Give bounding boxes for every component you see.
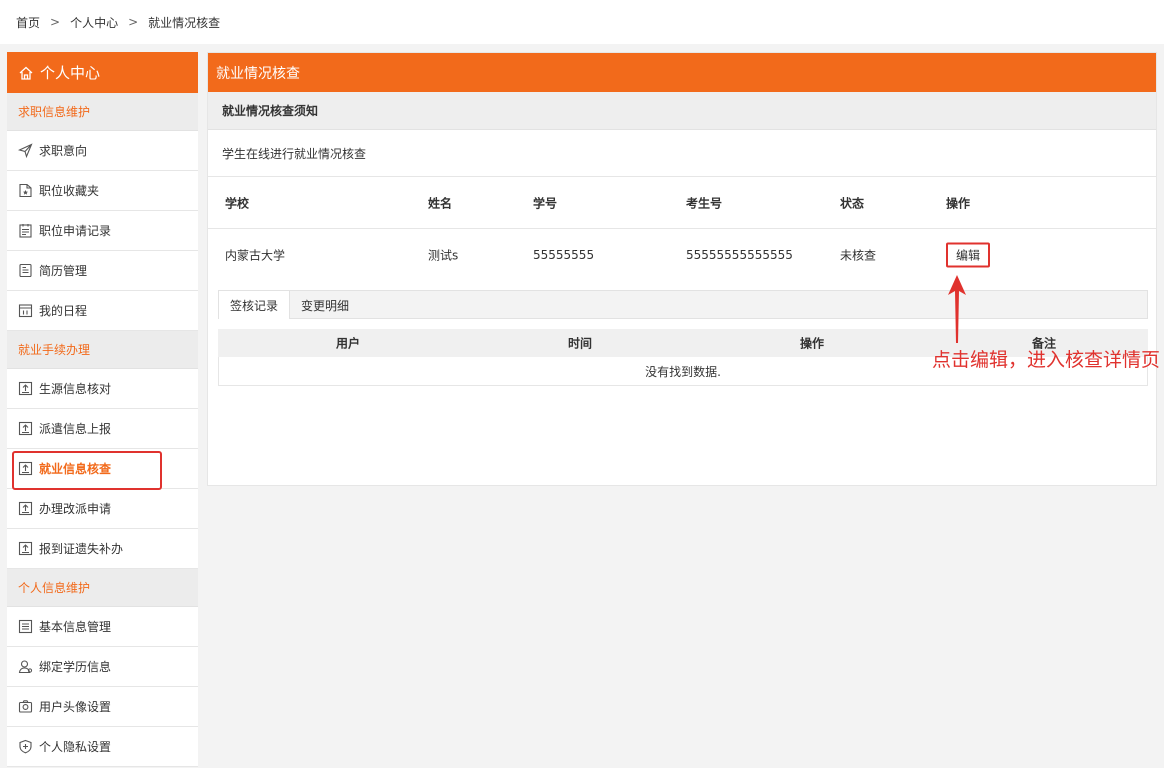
sidebar-item-label: 绑定学历信息: [39, 660, 112, 674]
sub-table-header-cell: 用户: [335, 336, 361, 351]
home-icon: [19, 66, 33, 80]
upload-doc-icon: [18, 501, 33, 516]
main-panel: 就业情况核查 就业情况核查须知 学生在线进行就业情况核查 学校 姓名 学号 考生…: [207, 52, 1157, 486]
sidebar-item-lost-certificate[interactable]: 报到证遗失补办: [7, 529, 198, 569]
cell-school: 内蒙古大学: [225, 248, 286, 263]
application-record-icon: [18, 223, 33, 238]
cell-exam-id: 55555555555555: [686, 248, 793, 262]
annotation-text: 点击编辑，进入核查详情页: [932, 349, 1161, 371]
page-title: 就业情况核查: [208, 53, 1156, 92]
sidebar-item-label: 办理改派申请: [39, 502, 112, 516]
shield-icon: [18, 739, 33, 754]
sidebar-item-label: 简历管理: [39, 264, 88, 278]
sidebar-item-label: 职位申请记录: [39, 224, 112, 238]
sidebar-item-label: 个人隐私设置: [39, 740, 112, 754]
cell-status: 未核查: [840, 248, 877, 263]
sidebar-item-favorites[interactable]: 职位收藏夹: [7, 171, 198, 211]
sidebar-item-label: 派遣信息上报: [39, 422, 112, 436]
user-icon: [18, 659, 33, 674]
upload-doc-icon: [18, 461, 33, 476]
sidebar: 个人中心 求职信息维护 求职意向 职位收藏夹 职位申请记录 简历管理 我的日程 …: [7, 52, 198, 767]
sub-table-header-cell: 操作: [799, 336, 825, 351]
sidebar-item-redispatch-request[interactable]: 办理改派申请: [7, 489, 198, 529]
sidebar-item-label: 我的日程: [39, 304, 88, 318]
sidebar-item-label: 生源信息核对: [39, 382, 112, 396]
sidebar-item-avatar-settings[interactable]: 用户头像设置: [7, 687, 198, 727]
paper-plane-icon: [18, 143, 33, 158]
sidebar-item-bind-education[interactable]: 绑定学历信息: [7, 647, 198, 687]
sidebar-item-source-verification[interactable]: 生源信息核对: [7, 369, 198, 409]
sidebar-item-basic-info[interactable]: 基本信息管理: [7, 607, 198, 647]
list-doc-icon: [18, 619, 33, 634]
sub-table-header-cell: 时间: [567, 336, 593, 351]
sidebar-item-label: 报到证遗失补办: [39, 542, 124, 556]
sidebar-section-personal-info: 个人信息维护: [7, 569, 198, 607]
tab-change-details[interactable]: 变更明细: [290, 291, 360, 319]
upload-doc-icon: [18, 541, 33, 556]
sidebar-item-label: 求职意向: [39, 144, 88, 158]
sidebar-title: 个人中心: [40, 64, 101, 82]
notice-text: 学生在线进行就业情况核查: [208, 130, 1156, 177]
upload-doc-icon: [18, 381, 33, 396]
sidebar-item-privacy-settings[interactable]: 个人隐私设置: [7, 727, 198, 767]
sidebar-item-application-records[interactable]: 职位申请记录: [7, 211, 198, 251]
breadcrumb-personal-center[interactable]: 个人中心: [70, 14, 118, 31]
table-header-cell: 姓名: [428, 196, 453, 210]
table-header-cell: 学号: [533, 196, 558, 210]
calendar-icon: [18, 303, 33, 318]
sidebar-header[interactable]: 个人中心: [7, 52, 198, 93]
breadcrumb-separator: >: [50, 15, 61, 29]
resume-icon: [18, 263, 33, 278]
table-row: 内蒙古大学 测试s 55555555 55555555555555 未核查 编辑: [208, 229, 1156, 281]
cell-name: 测试s: [428, 248, 459, 263]
sidebar-item-label: 职位收藏夹: [39, 184, 100, 198]
breadcrumb: 首页 > 个人中心 > 就业情况核查: [0, 0, 1164, 44]
sidebar-item-label: 就业信息核查: [39, 462, 112, 476]
table-header-cell: 操作: [946, 196, 971, 210]
sidebar-item-dispatch-report[interactable]: 派遣信息上报: [7, 409, 198, 449]
sidebar-item-employment-check[interactable]: 就业信息核查: [7, 449, 198, 490]
table-header-cell: 学校: [225, 196, 250, 210]
table-header: 学校 姓名 学号 考生号 状态 操作: [208, 177, 1156, 229]
notice-title: 就业情况核查须知: [208, 92, 1156, 130]
camera-icon: [18, 699, 33, 714]
sidebar-section-job-info: 求职信息维护: [7, 93, 198, 131]
upload-doc-icon: [18, 421, 33, 436]
sidebar-item-job-intention[interactable]: 求职意向: [7, 131, 198, 171]
cell-student-id: 55555555: [533, 248, 595, 262]
breadcrumb-separator: >: [128, 15, 139, 29]
edit-button[interactable]: 编辑: [946, 242, 991, 268]
table-header-cell: 考生号: [686, 196, 723, 210]
sidebar-item-label: 基本信息管理: [39, 620, 112, 634]
favorite-folder-icon: [18, 183, 33, 198]
annotation-arrow: [948, 275, 966, 343]
table-header-cell: 状态: [840, 196, 865, 210]
sidebar-item-label: 用户头像设置: [39, 700, 112, 714]
sidebar-item-schedule[interactable]: 我的日程: [7, 291, 198, 331]
breadcrumb-home[interactable]: 首页: [16, 14, 40, 31]
breadcrumb-current: 就业情况核查: [148, 15, 221, 30]
tab-approval-records[interactable]: 签核记录: [219, 291, 291, 319]
record-tabs: 签核记录 变更明细: [218, 290, 1148, 319]
sidebar-section-employment-procedures: 就业手续办理: [7, 331, 198, 369]
sidebar-item-resume[interactable]: 简历管理: [7, 251, 198, 291]
